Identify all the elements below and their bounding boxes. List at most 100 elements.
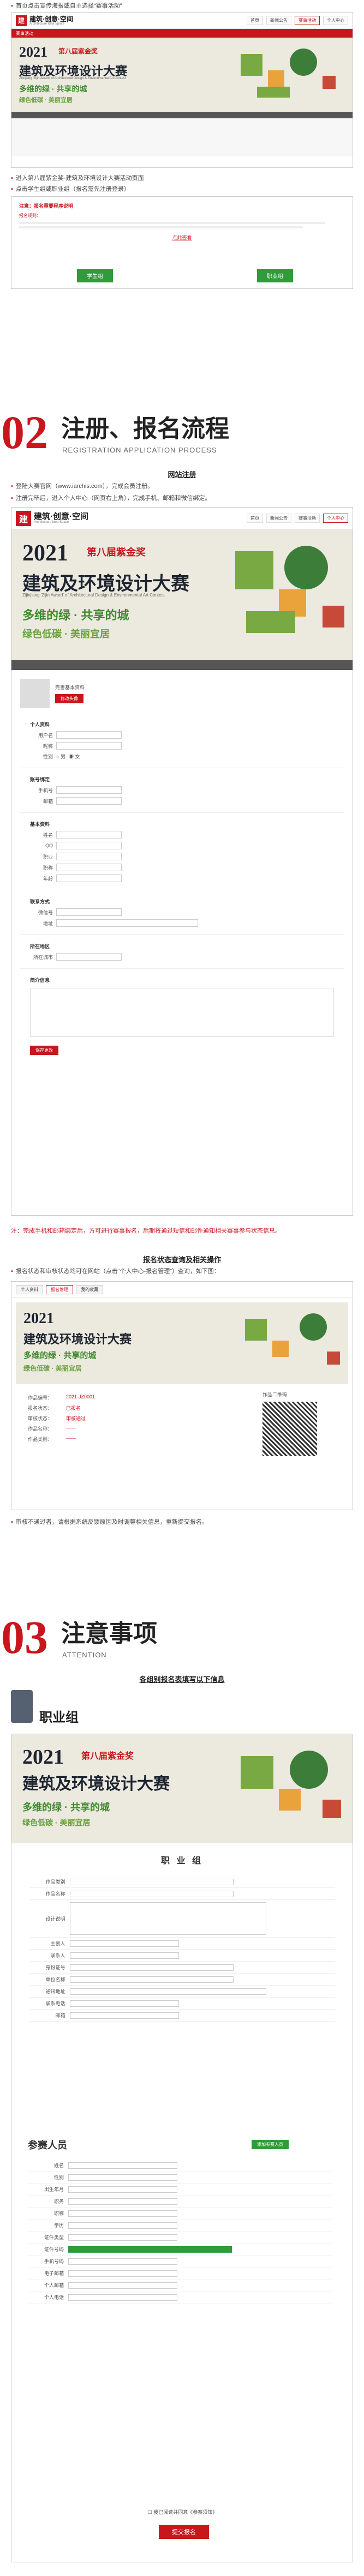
form-input-2[interactable] <box>69 1902 266 1935</box>
member-row-3: 职务 <box>28 2195 66 2207</box>
event-page-screenshot: 建 建筑·创意·空间 Architecture Idea Space 首页 新闻公… <box>11 12 353 168</box>
form-row-2: 设计说明 <box>29 1899 68 1938</box>
banner-slogan1: 多维的绿 · 共享的城 <box>19 85 87 93</box>
form-row-6: 单位名称 <box>29 1973 68 1986</box>
reg-nav-events[interactable]: 赛事活动 <box>295 514 320 523</box>
form-input-8[interactable] <box>69 2000 179 2007</box>
section-contact: 联系方式 <box>30 899 50 904</box>
banner-edition: 第八届紫金奖 <box>58 47 98 55</box>
field-city[interactable] <box>56 953 122 961</box>
nav-events[interactable]: 赛事活动 <box>295 16 320 25</box>
form-input-4[interactable] <box>69 1952 179 1959</box>
form-input-0[interactable] <box>69 1878 234 1885</box>
submit-button[interactable]: 提交报名 <box>159 2525 209 2539</box>
reg-banner-slogan2: 绿色低碳 · 美丽宜居 <box>22 629 110 640</box>
member-input-10[interactable] <box>68 2282 177 2289</box>
add-member-button[interactable]: 添加参赛人员 <box>252 2140 289 2149</box>
member-row-4: 职称 <box>28 2207 66 2219</box>
member-row-8: 手机号码 <box>28 2255 66 2267</box>
agree-checkbox[interactable]: ☐ 我已阅读并同意《参赛须知》 <box>11 2508 353 2515</box>
member-input-2[interactable] <box>68 2186 177 2193</box>
gender-female-radio[interactable]: ◉ 女 <box>69 753 80 760</box>
site-logo[interactable]: 建 建筑·创意·空间 Architecture Idea Space <box>16 15 73 26</box>
form-input-6[interactable] <box>69 1976 234 1983</box>
member-row-5: 学历 <box>28 2219 66 2231</box>
change-avatar-button[interactable]: 修改头像 <box>55 694 83 703</box>
form-input-7[interactable] <box>69 1988 266 1995</box>
field-email[interactable] <box>56 797 122 805</box>
field-job[interactable] <box>56 853 122 860</box>
query-row-2-key: 审核状态： <box>28 1416 53 1421</box>
member-input-1[interactable] <box>68 2174 177 2181</box>
field-wechat[interactable] <box>56 908 122 916</box>
query-banner: 2021 建筑及环境设计大赛 多维的绿 · 共享的城 绿色低碳 · 美丽宜居 <box>16 1302 348 1384</box>
field-qq[interactable] <box>56 842 122 849</box>
nav-home[interactable]: 首页 <box>247 16 263 25</box>
section2-subtitle2: 报名状态查询及相关操作 <box>142 1256 221 1264</box>
form-row-4: 联系人 <box>29 1949 68 1962</box>
form-input-1[interactable] <box>69 1890 234 1897</box>
nav-news[interactable]: 新闻公告 <box>266 16 291 25</box>
qr-code-icon <box>262 1402 317 1456</box>
field-city-label: 所在城市 <box>33 954 53 960</box>
form-input-5[interactable] <box>69 1964 234 1971</box>
reg-header: 建建筑·创意·空间 Architecture Idea Space 首页 新闻公告… <box>11 508 353 529</box>
reg-logo-mark: 建 <box>16 510 31 526</box>
reg-nav-news[interactable]: 新闻公告 <box>266 514 291 523</box>
field-age[interactable] <box>56 874 122 882</box>
member-input-7[interactable] <box>68 2246 232 2253</box>
s2-bullet-1: 登陆大赛官网（www.iarchis.com），完成会员注册。 <box>11 482 153 491</box>
member-row-10: 个人邮箱 <box>28 2279 66 2291</box>
reg-nav-user[interactable]: 个人中心 <box>323 514 348 523</box>
member-input-8[interactable] <box>68 2258 177 2265</box>
member-input-11[interactable] <box>68 2294 177 2301</box>
student-group-button[interactable]: 学生组 <box>77 269 113 282</box>
avatar[interactable] <box>20 679 50 708</box>
member-input-0[interactable] <box>68 2162 177 2169</box>
form-input-3[interactable] <box>69 1940 179 1947</box>
field-address-label: 地址 <box>43 920 53 926</box>
gender-male-label: 男 <box>60 754 65 759</box>
query-banner-slogan2: 绿色低碳 · 美丽宜居 <box>23 1365 82 1372</box>
section2-subtitle: 网站注册 <box>168 470 196 479</box>
gender-male-radio[interactable]: ○ 男 <box>56 753 65 760</box>
notice-label: 报名规则： <box>19 213 41 218</box>
query-tab-manage[interactable]: 报名管理 <box>46 1285 74 1294</box>
pro-group-button[interactable]: 职业组 <box>257 269 293 282</box>
field-name[interactable] <box>56 831 122 838</box>
nav-user[interactable]: 个人中心 <box>323 16 348 25</box>
member-row-9: 电子邮箱 <box>28 2267 66 2279</box>
member-row-1: 性别 <box>28 2171 66 2183</box>
member-input-3[interactable] <box>68 2198 177 2205</box>
field-title[interactable] <box>56 864 122 871</box>
reg-card-name: 完善基本资料 <box>55 685 85 690</box>
member-input-6[interactable] <box>68 2234 177 2241</box>
query-tab-profile[interactable]: 个人资料 <box>16 1285 43 1294</box>
query-tab-fav[interactable]: 我的收藏 <box>76 1285 104 1294</box>
query-row-4-val: —— <box>66 1435 76 1441</box>
query-row-1-val: 已报名 <box>66 1405 81 1411</box>
member-input-9[interactable] <box>68 2270 177 2277</box>
field-address[interactable] <box>56 919 198 927</box>
form-banner-title: 建筑及环境设计大赛 <box>22 1775 170 1793</box>
save-button[interactable]: 保存更改 <box>30 1046 58 1055</box>
form-row-7: 通讯地址 <box>29 1985 68 1998</box>
field-nickname[interactable] <box>56 742 122 750</box>
query-row-1-key: 报名状态： <box>28 1405 53 1411</box>
member-input-5[interactable] <box>68 2222 177 2229</box>
member-row-0: 姓名 <box>28 2159 66 2171</box>
banner-english: Zijinjiang 'Zijin Award' of Architectura… <box>19 77 126 80</box>
mascot-icon <box>11 1690 33 1723</box>
intro-textarea[interactable] <box>30 988 334 1037</box>
field-username[interactable] <box>56 731 122 739</box>
section-basic: 基本资料 <box>30 822 50 827</box>
section-binding: 账号绑定 <box>30 777 50 782</box>
reg-banner-year: 2021 <box>22 541 68 566</box>
member-input-4[interactable] <box>68 2210 177 2217</box>
field-phone[interactable] <box>56 786 122 794</box>
form-row-0: 作品类别 <box>29 1876 68 1888</box>
section2-number: 02 <box>1 406 48 459</box>
form-input-9[interactable] <box>69 2012 179 2019</box>
reg-nav-home[interactable]: 首页 <box>247 514 263 523</box>
notice-link[interactable]: 点此查看 <box>19 234 345 241</box>
